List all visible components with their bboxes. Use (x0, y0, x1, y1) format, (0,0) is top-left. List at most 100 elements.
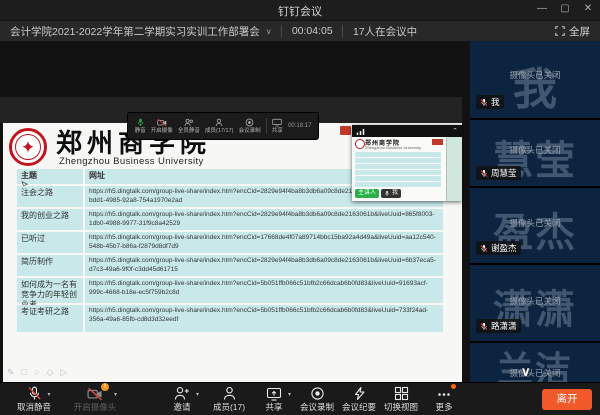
pip-university-name-en: Zhengzhou Business University (365, 145, 421, 150)
meeting-title: 会计学院2021-2022学年第二学期实习实训工作部署会 (10, 24, 260, 39)
camera-off-label: 摄像头已关闭 (470, 217, 600, 229)
flash-notes-icon (352, 386, 367, 401)
minutes-button[interactable]: 会议纪要 (336, 386, 382, 412)
mic-muted-icon (27, 386, 42, 401)
rectangle-icon: □ (22, 367, 34, 377)
pencil-icon: ✎ (7, 367, 22, 377)
share-button[interactable]: ▾ 共享 (252, 386, 296, 412)
captured-camera-button: 开启摄像 (151, 118, 173, 134)
mic-icon (136, 118, 145, 127)
record-icon (245, 118, 254, 127)
circle-icon: ○ (34, 367, 46, 377)
cursor-tool-icon: ▷ (60, 367, 74, 377)
shared-screen-stage: ✦ 郑州商学院 Zhengzhou Business University 主题… (0, 41, 470, 382)
window-titlebar: 钉钉会议 — ▢ ✕ (0, 0, 600, 21)
captured-mute-button: 静音 (135, 118, 146, 134)
caret-icon[interactable]: ▾ (288, 390, 291, 400)
table-cell-topic: 注会之路 (17, 186, 83, 207)
participant-tile[interactable]: 盈杰 摄像头已关闭 谢盈杰 (470, 188, 600, 263)
invite-button[interactable]: ▾ 邀请 (160, 386, 204, 412)
captured-timer: 00:18:17 (288, 123, 311, 129)
annotation-toolbar: ✎□○◇▷ (7, 367, 74, 378)
participant-count: 17人在会议中 (353, 24, 417, 39)
more-notification-dot (451, 384, 456, 389)
leave-button[interactable]: 离开 (542, 389, 592, 410)
camera-off-label: 摄像头已关闭 (470, 144, 600, 156)
table-cell-topic: 考证考研之路 (17, 305, 83, 332)
participant-tile[interactable]: 慧莹 摄像头已关闭 周慧莹 (470, 120, 600, 186)
table-row: 简历制作 https://h5.dingtalk.com/group-live-… (17, 255, 443, 276)
meeting-toolbar: ▾ 取消静音 ! ▾ 开启摄像头 ▾ 邀请 成员(17) (0, 382, 600, 415)
person-icon (222, 386, 237, 401)
close-button[interactable]: ✕ (579, 3, 597, 17)
participant-name-tag: 路潇潇 (476, 319, 521, 333)
camera-off-icon (157, 118, 167, 127)
dingtalk-meeting-window: 钉钉会议 — ▢ ✕ 会计学院2021-2022学年第二学期实习实训工作部署会 … (0, 0, 600, 415)
record-button[interactable]: 会议录制 (294, 386, 340, 412)
camera-warning-badge: ! (101, 383, 109, 391)
screen-share-icon (266, 387, 282, 401)
more-button[interactable]: 更多 (424, 386, 464, 412)
signal-icon (356, 128, 365, 135)
switch-view-button[interactable]: 切换视图 (378, 386, 424, 412)
meeting-timer: 00:04:05 (292, 25, 333, 37)
participant-tile[interactable]: 兰洁 摄像头已关闭 (470, 343, 600, 382)
record-icon (310, 386, 325, 401)
pip-self-name-tag: 我 (381, 189, 401, 198)
mic-muted-icon (480, 169, 488, 178)
sharing-indicator-badge (340, 126, 351, 135)
participant-name-tag: 周慧莹 (476, 166, 521, 180)
table-cell-topic: 如何成为一名有竞争力的年轻创业者 (17, 278, 83, 303)
fullscreen-icon (555, 26, 565, 36)
mic-muted-icon (480, 98, 488, 107)
chevron-up-icon: ⌃ (452, 127, 458, 135)
captured-mute-all-button: 全员静音 (178, 118, 200, 134)
pip-preview-window[interactable]: ⌃ 郑州商学院 Zhengzhou Business University 主讲… (352, 125, 462, 201)
captured-share-button: 共享 (272, 118, 283, 134)
pip-titlebar: ⌃ (352, 125, 462, 137)
unmute-button[interactable]: ▾ 取消静音 (6, 386, 62, 412)
caret-icon[interactable]: ▾ (47, 390, 50, 400)
sidebar-collapse-chevron[interactable]: ∨ (521, 364, 531, 380)
captured-meeting-toolbar: 静音 开启摄像 全员静音 成员(17/17) 会议录制 共享 (127, 112, 319, 140)
window-title: 钉钉会议 (0, 3, 600, 19)
people-icon (184, 118, 194, 127)
meeting-info-bar: 会计学院2021-2022学年第二学期实习实训工作部署会 ∨ │ 00:04:0… (0, 21, 600, 41)
mic-muted-icon (480, 322, 488, 331)
chevron-down-icon[interactable]: ∨ (266, 27, 272, 36)
captured-record-button: 会议录制 (239, 118, 261, 134)
participant-tile[interactable]: 我 摄像头已关闭 我 (470, 41, 600, 118)
table-cell-url: https://h5.dingtalk.com/group-live-share… (85, 232, 443, 253)
more-dots-icon (436, 386, 452, 401)
participant-tile[interactable]: 潇潇 摄像头已关闭 路潇潇 (470, 265, 600, 341)
camera-on-button[interactable]: ! ▾ 开启摄像头 (64, 386, 126, 412)
caret-icon[interactable]: ▾ (114, 390, 117, 400)
members-button[interactable]: 成员(17) (204, 386, 254, 412)
presenter-badge: 主讲人 (355, 189, 379, 198)
participant-name-tag: 谢盈杰 (476, 241, 521, 255)
table-header-topic: 主题 (17, 169, 83, 184)
camera-off-label: 摄像头已关闭 (470, 69, 600, 81)
table-row: 已听过 https://h5.dingtalk.com/group-live-s… (17, 232, 443, 253)
university-logo: ✦ (9, 128, 47, 166)
table-cell-topic: 简历制作 (17, 255, 83, 276)
table-cell-url: https://h5.dingtalk.com/group-live-share… (85, 278, 443, 303)
fullscreen-button[interactable]: 全屏 (555, 24, 590, 39)
mic-icon (384, 190, 390, 197)
diamond-icon: ◇ (46, 367, 60, 377)
table-row: 我的创业之路 https://h5.dingtalk.com/group-liv… (17, 209, 443, 230)
camera-off-label: 摄像头已关闭 (470, 367, 600, 379)
camera-off-label: 摄像头已关闭 (470, 295, 600, 307)
pip-content: 郑州商学院 Zhengzhou Business University 主讲人 … (352, 137, 462, 201)
invite-person-icon (174, 386, 190, 401)
table-cell-url: https://h5.dingtalk.com/group-live-share… (85, 209, 443, 230)
table-row: 考证考研之路 https://h5.dingtalk.com/group-liv… (17, 305, 443, 332)
table-row: 如何成为一名有竞争力的年轻创业者 https://h5.dingtalk.com… (17, 278, 443, 303)
maximize-button[interactable]: ▢ (556, 3, 574, 17)
caret-icon[interactable]: ▾ (196, 390, 199, 400)
table-cell-url: https://h5.dingtalk.com/group-live-share… (85, 305, 443, 332)
grid-view-icon (394, 386, 409, 401)
person-icon (214, 118, 224, 127)
minimize-button[interactable]: — (533, 3, 551, 17)
participant-name-tag: 我 (476, 95, 504, 109)
